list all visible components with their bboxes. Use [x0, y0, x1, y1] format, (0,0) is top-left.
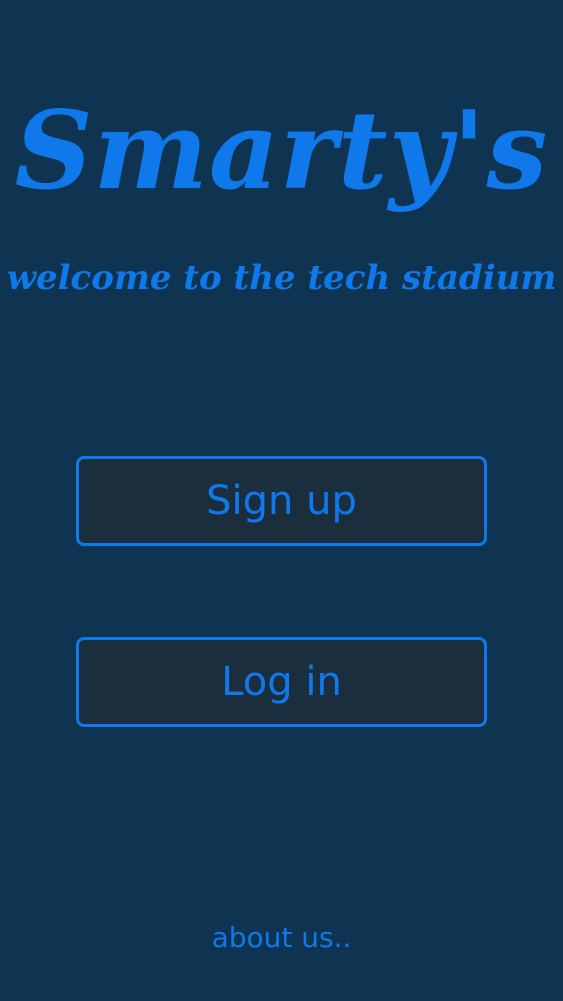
log-in-button[interactable]: Log in	[76, 637, 487, 727]
app-title: Smarty's	[14, 88, 549, 214]
tagline: welcome to the tech stadium	[6, 258, 557, 298]
welcome-screen: Smarty's welcome to the tech stadium Sig…	[0, 0, 563, 1001]
about-us-link[interactable]: about us..	[0, 918, 563, 958]
sign-up-button[interactable]: Sign up	[76, 456, 487, 546]
